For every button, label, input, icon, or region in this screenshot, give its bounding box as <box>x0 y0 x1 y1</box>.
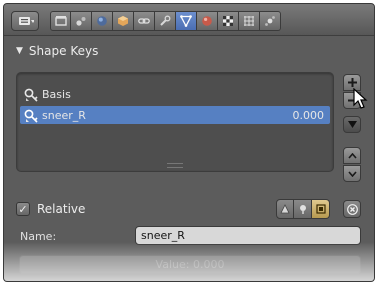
shape-keys-panel-header[interactable]: ▼ Shape Keys <box>4 40 374 62</box>
chevron-down-icon <box>347 170 357 177</box>
physics-icon <box>265 16 275 26</box>
shape-key-icon <box>24 88 38 102</box>
tab-render[interactable] <box>50 11 71 31</box>
name-label: Name: <box>20 230 57 243</box>
lock-shape-toggle[interactable] <box>312 199 330 219</box>
object-icon <box>118 16 128 26</box>
scene-icon <box>76 17 86 26</box>
plus-icon <box>347 78 357 87</box>
object-data-icon <box>180 15 192 27</box>
shape-key-display-toggles <box>276 199 330 219</box>
modifiers-icon <box>160 15 171 26</box>
material-icon <box>202 16 212 26</box>
properties-window: ▼ Shape Keys Basis sneer_R 0.000 ✓ Relat… <box>3 3 375 282</box>
tab-object-data[interactable] <box>176 11 197 31</box>
list-resize-grip[interactable] <box>167 163 183 168</box>
shape-lock-icon <box>315 204 326 214</box>
chevron-down-icon <box>347 121 357 128</box>
properties-editor-icon <box>19 17 34 25</box>
tab-object[interactable] <box>113 11 134 31</box>
particles-icon <box>244 16 254 26</box>
value-slider[interactable]: Value: 0.000 <box>19 255 361 274</box>
properties-header <box>4 4 374 36</box>
shape-key-row-selected[interactable]: sneer_R 0.000 <box>20 106 330 124</box>
tab-world[interactable] <box>92 11 113 31</box>
relative-checkbox[interactable]: ✓ <box>16 202 30 216</box>
shape-key-specials-menu[interactable] <box>343 116 361 133</box>
shape-key-row[interactable]: Basis <box>20 85 330 103</box>
chevron-up-icon <box>347 152 357 159</box>
name-input[interactable]: sneer_R <box>135 226 361 245</box>
mouse-cursor-icon <box>353 88 368 109</box>
world-icon <box>97 16 107 26</box>
constraints-icon <box>138 18 150 24</box>
tab-texture[interactable] <box>218 11 239 31</box>
texture-icon <box>223 16 233 26</box>
shape-only-toggle[interactable] <box>294 199 312 219</box>
panel-title: Shape Keys <box>28 44 99 58</box>
move-down-button[interactable] <box>343 165 361 182</box>
tab-particles[interactable] <box>239 11 260 31</box>
editmode-icon <box>280 204 290 214</box>
relative-option[interactable]: ✓ Relative <box>16 200 85 218</box>
pin-icon <box>299 205 306 214</box>
close-icon <box>346 203 358 215</box>
check-mark-icon: ✓ <box>18 202 28 216</box>
relative-label: Relative <box>37 202 86 216</box>
editor-type-menu[interactable] <box>11 11 39 31</box>
shape-key-list[interactable]: Basis sneer_R 0.000 <box>16 72 334 172</box>
shape-key-name: Basis <box>42 87 71 101</box>
collapse-triangle-icon: ▼ <box>16 46 23 56</box>
move-up-button[interactable] <box>343 147 361 164</box>
clear-shape-key-button[interactable] <box>343 200 361 218</box>
tab-constraints[interactable] <box>134 11 155 31</box>
edit-mode-toggle[interactable] <box>276 199 294 219</box>
tab-modifiers[interactable] <box>155 11 176 31</box>
tab-physics[interactable] <box>260 11 281 31</box>
shape-key-name: sneer_R <box>42 108 86 122</box>
shape-key-value[interactable]: 0.000 <box>282 109 330 122</box>
render-icon <box>54 16 67 26</box>
shape-key-icon <box>24 109 38 123</box>
tab-scene[interactable] <box>71 11 92 31</box>
tab-material[interactable] <box>197 11 218 31</box>
